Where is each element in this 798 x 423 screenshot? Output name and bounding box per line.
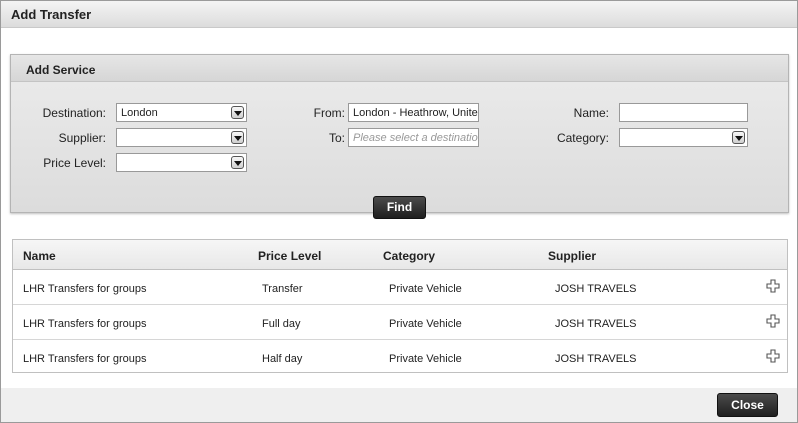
column-header-supplier: Supplier <box>548 249 597 263</box>
name-input[interactable] <box>619 103 748 122</box>
chevron-down-icon[interactable] <box>732 131 745 144</box>
dialog-title: Add Transfer <box>1 1 797 28</box>
row-supplier: JOSH TRAVELS <box>555 318 637 330</box>
to-label: To: <box>328 131 345 145</box>
table-row[interactable]: LHR Transfers for groups Half day Privat… <box>13 340 787 375</box>
column-header-name: Name <box>23 249 56 263</box>
add-service-panel: Add Service Destination: London Supplier… <box>10 54 789 213</box>
table-header: Name Price Level Category Supplier <box>13 240 787 270</box>
chevron-down-icon[interactable] <box>231 131 244 144</box>
table-row[interactable]: LHR Transfers for groups Full day Privat… <box>13 305 787 340</box>
row-price-level: Transfer <box>262 283 303 295</box>
price-level-select[interactable] <box>116 153 247 172</box>
dialog-footer: Close <box>1 388 797 422</box>
panel-title: Add Service <box>11 55 788 82</box>
to-input[interactable]: Please select a destination <box>348 128 479 147</box>
chevron-down-icon[interactable] <box>231 106 244 119</box>
destination-value: London <box>121 107 158 119</box>
table-row[interactable]: LHR Transfers for groups Transfer Privat… <box>13 270 787 305</box>
plus-icon[interactable] <box>766 279 780 293</box>
results-table: Name Price Level Category Supplier LHR T… <box>12 239 788 373</box>
row-name: LHR Transfers for groups <box>23 318 147 330</box>
from-input[interactable]: London - Heathrow, United Kingdom <box>348 103 479 122</box>
category-select[interactable] <box>619 128 748 147</box>
row-category: Private Vehicle <box>389 318 462 330</box>
row-price-level: Half day <box>262 353 303 365</box>
row-price-level: Full day <box>262 318 301 330</box>
destination-select[interactable]: London <box>116 103 247 122</box>
add-transfer-dialog: Add Transfer Add Service Destination: Lo… <box>0 0 798 423</box>
plus-icon[interactable] <box>766 349 780 363</box>
row-supplier: JOSH TRAVELS <box>555 353 637 365</box>
row-supplier: JOSH TRAVELS <box>555 283 637 295</box>
category-label: Category: <box>556 131 609 145</box>
name-label: Name: <box>573 106 609 120</box>
row-category: Private Vehicle <box>389 283 462 295</box>
find-button[interactable]: Find <box>373 196 426 219</box>
row-name: LHR Transfers for groups <box>23 353 147 365</box>
dialog-body: Add Service Destination: London Supplier… <box>1 28 797 388</box>
row-category: Private Vehicle <box>389 353 462 365</box>
supplier-label: Supplier: <box>58 131 106 145</box>
plus-icon[interactable] <box>766 314 780 328</box>
close-button[interactable]: Close <box>717 393 778 417</box>
price-level-label: Price Level: <box>43 156 106 170</box>
destination-label: Destination: <box>42 106 106 120</box>
column-header-price-level: Price Level <box>258 249 322 263</box>
row-name: LHR Transfers for groups <box>23 283 147 295</box>
column-header-category: Category <box>383 249 436 263</box>
supplier-select[interactable] <box>116 128 247 147</box>
from-label: From: <box>313 106 345 120</box>
chevron-down-icon[interactable] <box>231 156 244 169</box>
